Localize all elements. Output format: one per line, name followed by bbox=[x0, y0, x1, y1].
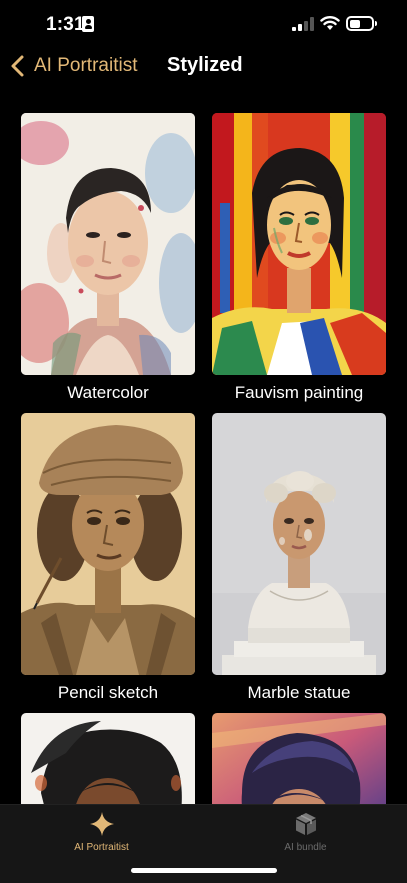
style-card-watercolor[interactable]: Watercolor bbox=[21, 113, 195, 403]
style-label: Watercolor bbox=[67, 383, 149, 402]
tab-label: AI Portraitist bbox=[74, 842, 129, 853]
box-icon bbox=[295, 813, 316, 835]
style-card-pencil-sketch[interactable]: Pencil sketch bbox=[21, 413, 195, 703]
screen: 1:31 AI Portraitist Stylized Watercolor … bbox=[0, 0, 407, 883]
tab-label: AI bundle bbox=[284, 842, 327, 853]
style-card-6[interactable] bbox=[212, 713, 386, 804]
sparkle-icon bbox=[89, 812, 114, 836]
portrait-image-5 bbox=[21, 713, 195, 804]
back-label: AI Portraitist bbox=[34, 55, 138, 76]
back-button[interactable]: AI Portraitist bbox=[8, 48, 137, 84]
watercolor-portrait-image bbox=[21, 113, 195, 375]
id-card-icon bbox=[82, 16, 94, 32]
portrait-image-6 bbox=[212, 713, 386, 804]
style-grid: Watercolor Fauvism painting Pencil sketc… bbox=[0, 88, 407, 804]
status-bar: 1:31 bbox=[0, 0, 407, 48]
style-label: Pencil sketch bbox=[57, 683, 159, 702]
marble-statue-portrait-image bbox=[212, 413, 386, 675]
pencil-sketch-portrait-image bbox=[21, 413, 195, 675]
style-card-5[interactable] bbox=[21, 713, 195, 804]
style-card-fauvism[interactable]: Fauvism painting bbox=[212, 113, 386, 403]
style-card-marble-statue[interactable]: Marble statue bbox=[212, 413, 386, 703]
chevron-left-icon bbox=[11, 55, 24, 77]
status-time: 1:31 bbox=[46, 14, 85, 35]
wifi-icon bbox=[320, 16, 340, 30]
battery-icon bbox=[346, 16, 377, 31]
page-title: Stylized bbox=[167, 54, 243, 76]
style-label: Fauvism painting bbox=[234, 383, 364, 402]
home-indicator[interactable] bbox=[131, 868, 277, 873]
tab-ai-portraitist[interactable]: AI Portraitist bbox=[0, 805, 203, 865]
fauvism-portrait-image bbox=[212, 113, 386, 375]
style-label: Marble statue bbox=[247, 683, 351, 702]
signal-icon bbox=[292, 17, 314, 31]
navigation-bar: AI Portraitist Stylized bbox=[0, 48, 407, 88]
tab-ai-bundle[interactable]: AI bundle bbox=[204, 805, 407, 865]
